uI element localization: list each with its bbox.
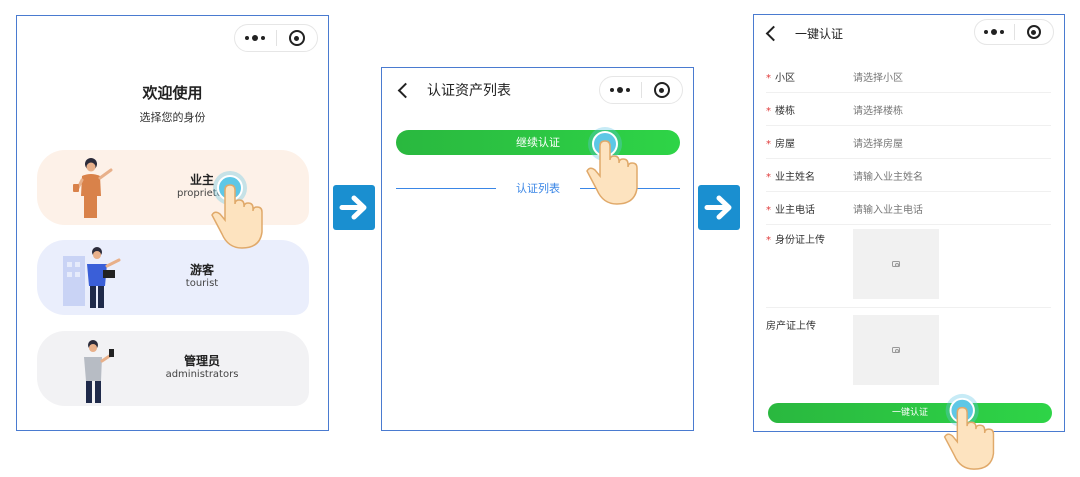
required-mark: *	[766, 73, 771, 84]
role-subtitle: proprietor	[177, 188, 227, 199]
one-click-auth-button[interactable]: 一键认证	[768, 403, 1052, 423]
role-subtitle: tourist	[185, 278, 219, 289]
role-select-screen: 欢迎使用 选择您的身份 业主 proprietor 游客 tourist 管理员…	[16, 15, 329, 431]
field-label: * 楼栋	[766, 106, 795, 117]
property-cert-upload-box[interactable]	[853, 315, 939, 385]
back-chevron-icon[interactable]	[765, 25, 782, 41]
nav-bar: 认证资产列表	[396, 78, 511, 102]
role-card-proprietor[interactable]: 业主 proprietor	[37, 150, 309, 225]
community-field[interactable]: * 小区 请选择小区	[766, 60, 1051, 93]
required-mark: *	[766, 172, 771, 183]
miniprogram-capsule	[599, 76, 683, 104]
more-dots-icon[interactable]	[600, 77, 641, 103]
target-circle-icon[interactable]	[642, 77, 683, 103]
divider	[766, 307, 1051, 308]
role-card-administrators[interactable]: 管理员 administrators	[37, 331, 309, 406]
auth-form-screen: 一键认证 * 小区 请选择小区 * 楼栋 请选择楼栋 * 房屋 请选择房屋 * 业主姓名…	[753, 14, 1065, 432]
property-cert-upload-label: 房产证上传	[766, 321, 816, 332]
more-dots-icon[interactable]	[235, 25, 276, 51]
role-subtitle: administrators	[165, 369, 239, 380]
required-mark: *	[766, 139, 771, 150]
id-card-upload-label: * 身份证上传	[766, 235, 825, 246]
divider-line	[580, 188, 680, 189]
back-chevron-icon[interactable]	[397, 82, 414, 98]
building-field[interactable]: * 楼栋 请选择楼栋	[766, 93, 1051, 126]
page-subtitle: 选择您的身份	[139, 111, 206, 124]
required-mark: *	[766, 235, 771, 246]
id-card-upload-box[interactable]	[853, 229, 939, 299]
role-name: 业主	[189, 173, 214, 187]
role-name: 管理员	[183, 354, 220, 368]
field-label: * 小区	[766, 73, 795, 84]
field-label: * 业主姓名	[766, 172, 815, 183]
required-mark: *	[766, 106, 771, 117]
field-placeholder: 请选择小区	[853, 73, 903, 84]
continue-auth-button[interactable]: 继续认证	[396, 130, 680, 155]
asset-list-screen: 认证资产列表 继续认证 认证列表	[381, 67, 694, 431]
camera-icon	[892, 261, 900, 267]
required-mark: *	[766, 205, 771, 216]
camera-icon	[892, 347, 900, 353]
field-label: * 房屋	[766, 139, 795, 150]
arrow-right-icon	[333, 185, 375, 230]
arrow-right-icon	[698, 185, 740, 230]
woman-illustration-icon	[73, 158, 113, 218]
field-placeholder: 请输入业主电话	[853, 205, 923, 216]
field-placeholder: 请选择房屋	[853, 139, 903, 150]
page-title: 欢迎使用	[142, 84, 203, 102]
admin-illustration-icon	[84, 340, 114, 403]
field-placeholder: 请输入业主姓名	[853, 172, 923, 183]
role-name: 游客	[189, 263, 214, 277]
nav-title: 认证资产列表	[427, 83, 511, 99]
role-card-tourist[interactable]: 游客 tourist	[37, 240, 309, 315]
more-dots-icon[interactable]	[975, 20, 1014, 44]
owner-phone-field[interactable]: * 业主电话 请输入业主电话	[766, 192, 1051, 225]
target-circle-icon[interactable]	[277, 25, 318, 51]
tourist-illustration-icon	[63, 247, 121, 308]
nav-title: 一键认证	[795, 26, 844, 41]
section-divider: 认证列表	[396, 180, 680, 196]
nav-bar: 一键认证	[764, 21, 843, 45]
house-field[interactable]: * 房屋 请选择房屋	[766, 126, 1051, 159]
field-label: * 业主电话	[766, 205, 815, 216]
owner-name-field[interactable]: * 业主姓名 请输入业主姓名	[766, 159, 1051, 192]
miniprogram-capsule	[974, 19, 1054, 45]
field-placeholder: 请选择楼栋	[853, 106, 903, 117]
target-circle-icon[interactable]	[1015, 20, 1054, 44]
miniprogram-capsule	[234, 24, 318, 52]
